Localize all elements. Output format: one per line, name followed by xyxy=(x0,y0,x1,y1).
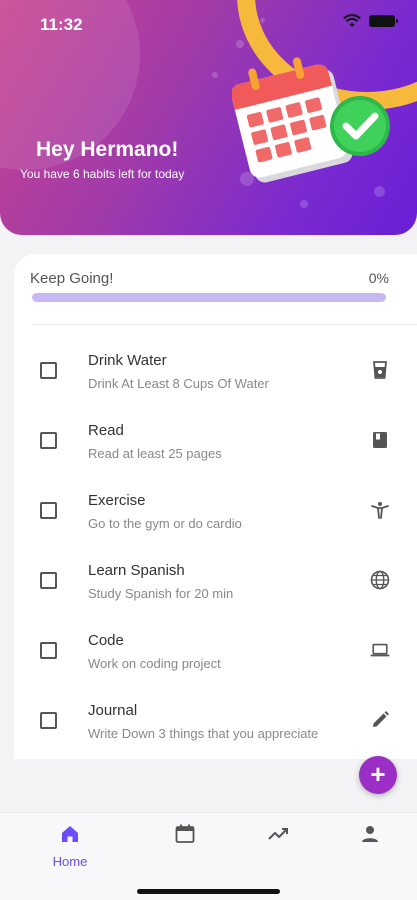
status-icons xyxy=(343,14,398,28)
habit-item-drink-water[interactable]: Drink Water Drink At Least 8 Cups Of Wat… xyxy=(14,334,417,404)
habit-checkbox[interactable] xyxy=(40,642,57,659)
habit-checkbox[interactable] xyxy=(40,572,57,589)
habit-checkbox[interactable] xyxy=(40,432,57,449)
nav-item-stats[interactable] xyxy=(248,823,308,850)
pencil-icon xyxy=(373,711,389,727)
trending-icon xyxy=(268,828,288,840)
habit-title: Code xyxy=(88,632,124,649)
habit-checkbox[interactable] xyxy=(40,502,57,519)
habit-title: Exercise xyxy=(88,492,146,509)
habit-description: Work on coding project xyxy=(88,656,221,671)
decorative-dot xyxy=(300,200,308,208)
habit-description: Drink At Least 8 Cups Of Water xyxy=(88,376,269,391)
habit-description: Write Down 3 things that you appreciate xyxy=(88,726,319,741)
habit-title: Learn Spanish xyxy=(88,562,185,579)
habit-item-journal[interactable]: Journal Write Down 3 things that you app… xyxy=(14,684,417,754)
add-habit-button[interactable]: + xyxy=(359,756,397,794)
progress-bar xyxy=(32,293,386,302)
habit-description: Read at least 25 pages xyxy=(88,446,222,461)
habit-description: Go to the gym or do cardio xyxy=(88,516,242,531)
habit-item-code[interactable]: Code Work on coding project xyxy=(14,614,417,684)
habit-title: Read xyxy=(88,422,124,439)
wifi-icon xyxy=(343,14,361,27)
header-banner: 11:32 Hey Hermano! You have 6 habits lef… xyxy=(0,0,417,235)
calendar-check-illustration xyxy=(232,57,390,183)
home-icon xyxy=(62,826,78,842)
nav-item-profile[interactable] xyxy=(340,823,400,850)
habit-item-exercise[interactable]: Exercise Go to the gym or do cardio xyxy=(14,474,417,544)
status-bar: 11:32 xyxy=(0,0,417,46)
calendar-icon xyxy=(175,824,195,843)
nav-item-home[interactable]: Home xyxy=(40,823,100,869)
person-icon xyxy=(362,826,378,842)
laptop-icon xyxy=(370,643,390,657)
habits-card: Keep Going! 0% Drink Water Drink At Leas… xyxy=(14,254,417,759)
greeting-title: Hey Hermano! xyxy=(36,138,179,161)
nav-item-calendar[interactable] xyxy=(155,823,215,850)
exercise-icon xyxy=(371,502,389,519)
nav-label-home: Home xyxy=(52,854,88,869)
home-indicator xyxy=(137,889,280,894)
habit-title: Drink Water xyxy=(88,352,167,369)
globe-icon xyxy=(370,570,390,590)
habit-checkbox[interactable] xyxy=(40,712,57,729)
divider xyxy=(32,324,417,325)
habit-item-read[interactable]: Read Read at least 25 pages xyxy=(14,404,417,474)
cup-icon xyxy=(373,361,387,379)
progress-label: Keep Going! xyxy=(30,270,114,287)
progress-percent: 0% xyxy=(368,270,389,286)
status-time: 11:32 xyxy=(40,15,83,34)
habit-title: Journal xyxy=(88,702,138,719)
bottom-navigation: Home xyxy=(0,812,417,900)
habit-item-learn-spanish[interactable]: Learn Spanish Study Spanish for 20 min xyxy=(14,544,417,614)
habit-description: Study Spanish for 20 min xyxy=(88,586,234,601)
habits-left-text: You have 6 habits left for today xyxy=(20,167,185,181)
decorative-dot xyxy=(212,72,218,78)
book-icon xyxy=(373,432,387,448)
battery-icon xyxy=(369,15,398,27)
habit-checkbox[interactable] xyxy=(40,362,57,379)
